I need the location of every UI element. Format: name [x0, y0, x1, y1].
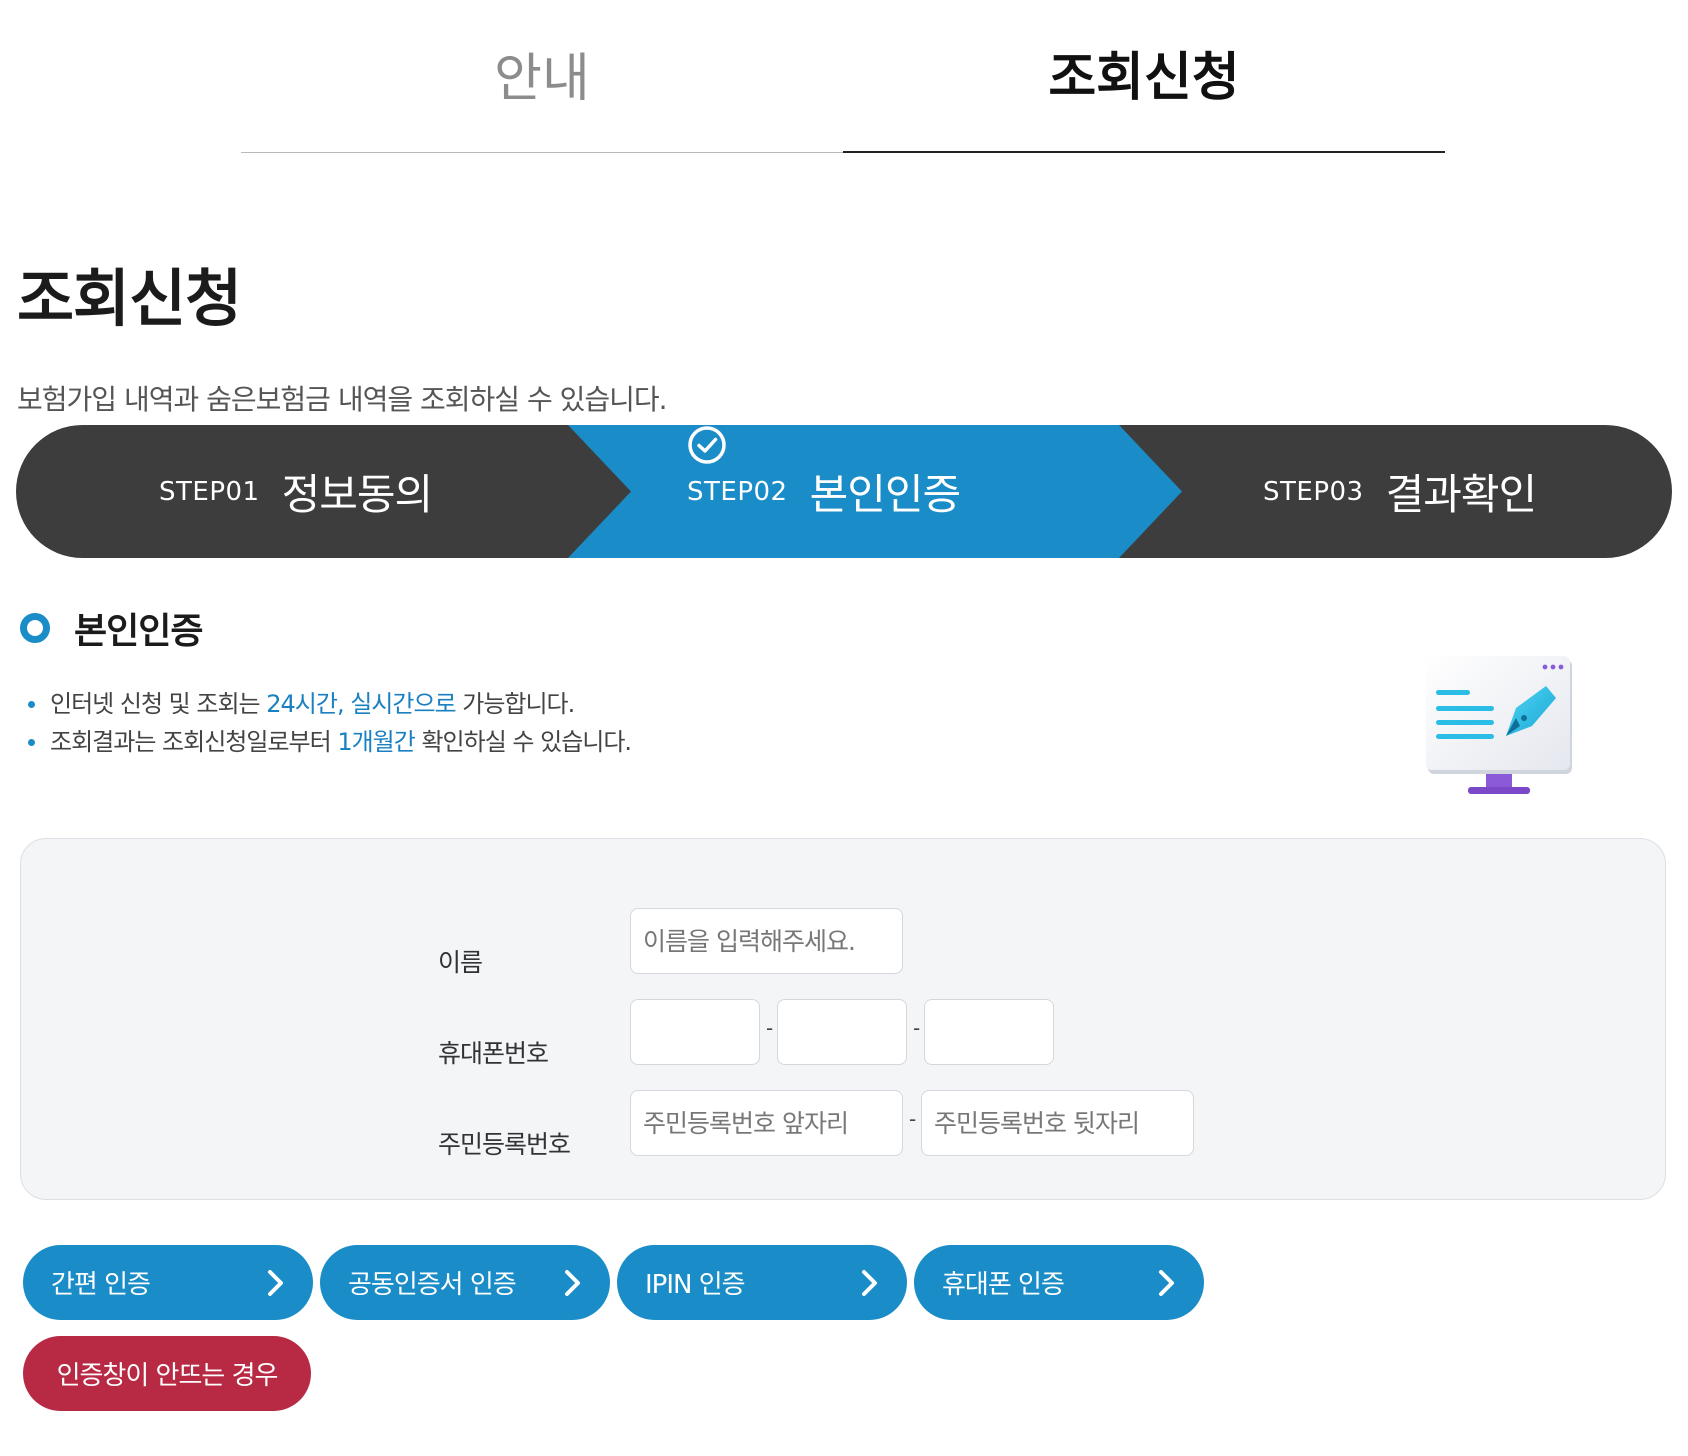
chevron-right-icon — [1159, 1269, 1174, 1296]
phone-label: 휴대폰번호 — [438, 1039, 549, 1068]
tab-guide[interactable]: 안내 — [241, 0, 843, 153]
note-highlight: 1개월간 — [337, 728, 416, 756]
ring-icon — [20, 613, 50, 643]
info-notes: 인터넷 신청 및 조회는 24시간, 실시간으로 가능합니다. 조회결과는 조회… — [26, 685, 632, 761]
phone-prefix-input[interactable] — [630, 999, 760, 1065]
rrn-front-input[interactable] — [630, 1090, 903, 1156]
name-input[interactable] — [630, 908, 903, 974]
step-3: STEP03 결과확인 — [1263, 425, 1538, 558]
tab-request[interactable]: 조회신청 — [843, 0, 1445, 153]
phone-middle-input[interactable] — [777, 999, 907, 1065]
cert-auth-label: 공동인증서 인증 — [348, 1270, 517, 1300]
simple-auth-label: 간편 인증 — [51, 1270, 151, 1300]
note-text: 인터넷 신청 및 조회는 — [50, 690, 267, 718]
section-title: 본인인증 — [74, 611, 203, 652]
note-item: 조회결과는 조회신청일로부터 1개월간 확인하실 수 있습니다. — [26, 723, 632, 761]
phone-last-input[interactable] — [924, 999, 1054, 1065]
step-progress-bar: STEP01 정보동의 STEP02 본인인증 STEP03 결과확인 — [16, 425, 1672, 558]
name-label: 이름 — [438, 948, 483, 977]
note-highlight: 24시간, 실시간으로 — [266, 690, 456, 718]
chevron-right-icon — [268, 1269, 283, 1296]
step-1-number: STEP01 — [159, 476, 260, 507]
page-description: 보험가입 내역과 숨은보험금 내역을 조회하실 수 있습니다. — [17, 383, 668, 416]
top-tabs: 안내 조회신청 — [241, 0, 1445, 154]
auth-popup-help-button[interactable]: 인증창이 안뜨는 경우 — [23, 1336, 311, 1411]
rrn-dash: - — [909, 1107, 917, 1131]
phone-auth-button[interactable]: 휴대폰 인증 — [914, 1245, 1204, 1320]
step-1-name: 정보동의 — [281, 470, 434, 519]
section-header: 본인인증 — [20, 602, 203, 654]
step-3-name: 결과확인 — [1385, 470, 1538, 519]
note-text: 확인하실 수 있습니다. — [414, 728, 632, 756]
step-1: STEP01 정보동의 — [159, 425, 434, 558]
page-title: 조회신청 — [17, 262, 242, 335]
phone-auth-label: 휴대폰 인증 — [942, 1270, 1065, 1300]
check-circle-icon — [688, 426, 1010, 512]
cert-auth-button[interactable]: 공동인증서 인증 — [320, 1245, 610, 1320]
note-item: 인터넷 신청 및 조회는 24시간, 실시간으로 가능합니다. — [26, 685, 631, 723]
step-2-name: 본인인증 — [809, 470, 962, 519]
chevron-right-icon — [565, 1269, 580, 1296]
step-2-current: STEP02 본인인증 — [687, 425, 1010, 558]
rrn-label: 주민등록번호 — [438, 1130, 571, 1159]
note-text: 조회결과는 조회신청일로부터 — [50, 728, 338, 756]
chevron-right-icon — [862, 1269, 877, 1296]
step-3-number: STEP03 — [1263, 476, 1364, 507]
phone-dash-1: - — [766, 1016, 774, 1040]
ipin-auth-label: IPIN 인증 — [645, 1270, 746, 1300]
step-2-number: STEP02 — [687, 476, 788, 507]
phone-dash-2: - — [913, 1016, 921, 1040]
note-text: 가능합니다. — [455, 690, 575, 718]
simple-auth-button[interactable]: 간편 인증 — [23, 1245, 313, 1320]
ipin-auth-button[interactable]: IPIN 인증 — [617, 1245, 907, 1320]
rrn-back-input[interactable] — [921, 1090, 1194, 1156]
monitor-pen-icon — [1426, 656, 1572, 794]
